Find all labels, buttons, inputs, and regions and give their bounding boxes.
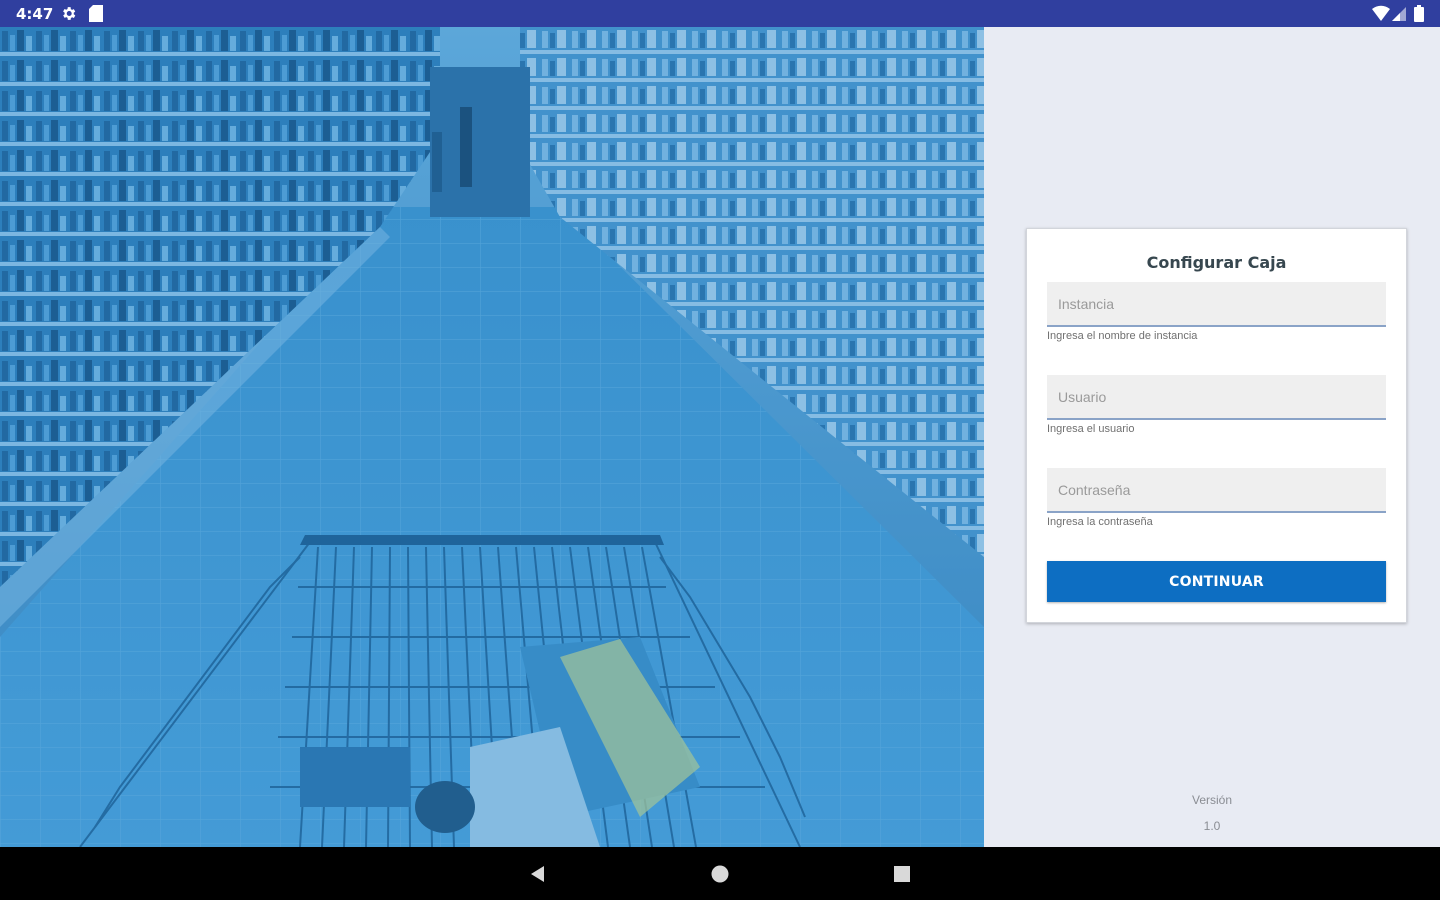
configure-card: Configurar Caja Ingresa el nombre de ins…	[1026, 228, 1407, 623]
right-pane: Configurar Caja Ingresa el nombre de ins…	[984, 27, 1440, 847]
usuario-field[interactable]	[1047, 375, 1386, 420]
version-value: 1.0	[1203, 819, 1221, 833]
status-bar: 4:47	[0, 0, 1440, 27]
contrasena-input[interactable]	[1047, 468, 1386, 511]
supermarket-aisle-cart-image	[0, 27, 984, 847]
back-icon[interactable]	[525, 861, 551, 887]
usuario-helper: Ingresa el usuario	[1047, 423, 1135, 435]
contrasena-helper: Ingresa la contraseña	[1047, 516, 1153, 528]
battery-icon	[1414, 5, 1424, 27]
usuario-input[interactable]	[1047, 375, 1386, 418]
instancia-field[interactable]	[1047, 282, 1386, 327]
wifi-icon	[1372, 5, 1390, 26]
status-time: 4:47	[16, 5, 54, 23]
sd-card-icon	[89, 5, 103, 27]
home-icon[interactable]	[707, 861, 733, 887]
navigation-bar	[0, 847, 1440, 900]
cellular-signal-icon	[1392, 5, 1406, 26]
contrasena-field[interactable]	[1047, 468, 1386, 513]
version-label: Versión	[1191, 793, 1233, 807]
instancia-input[interactable]	[1047, 282, 1386, 325]
instancia-helper: Ingresa el nombre de instancia	[1047, 330, 1198, 342]
recents-icon[interactable]	[889, 861, 915, 887]
card-title: Configurar Caja	[1146, 253, 1287, 272]
gear-icon	[60, 5, 77, 27]
continue-button[interactable]: CONTINUAR	[1047, 561, 1386, 602]
